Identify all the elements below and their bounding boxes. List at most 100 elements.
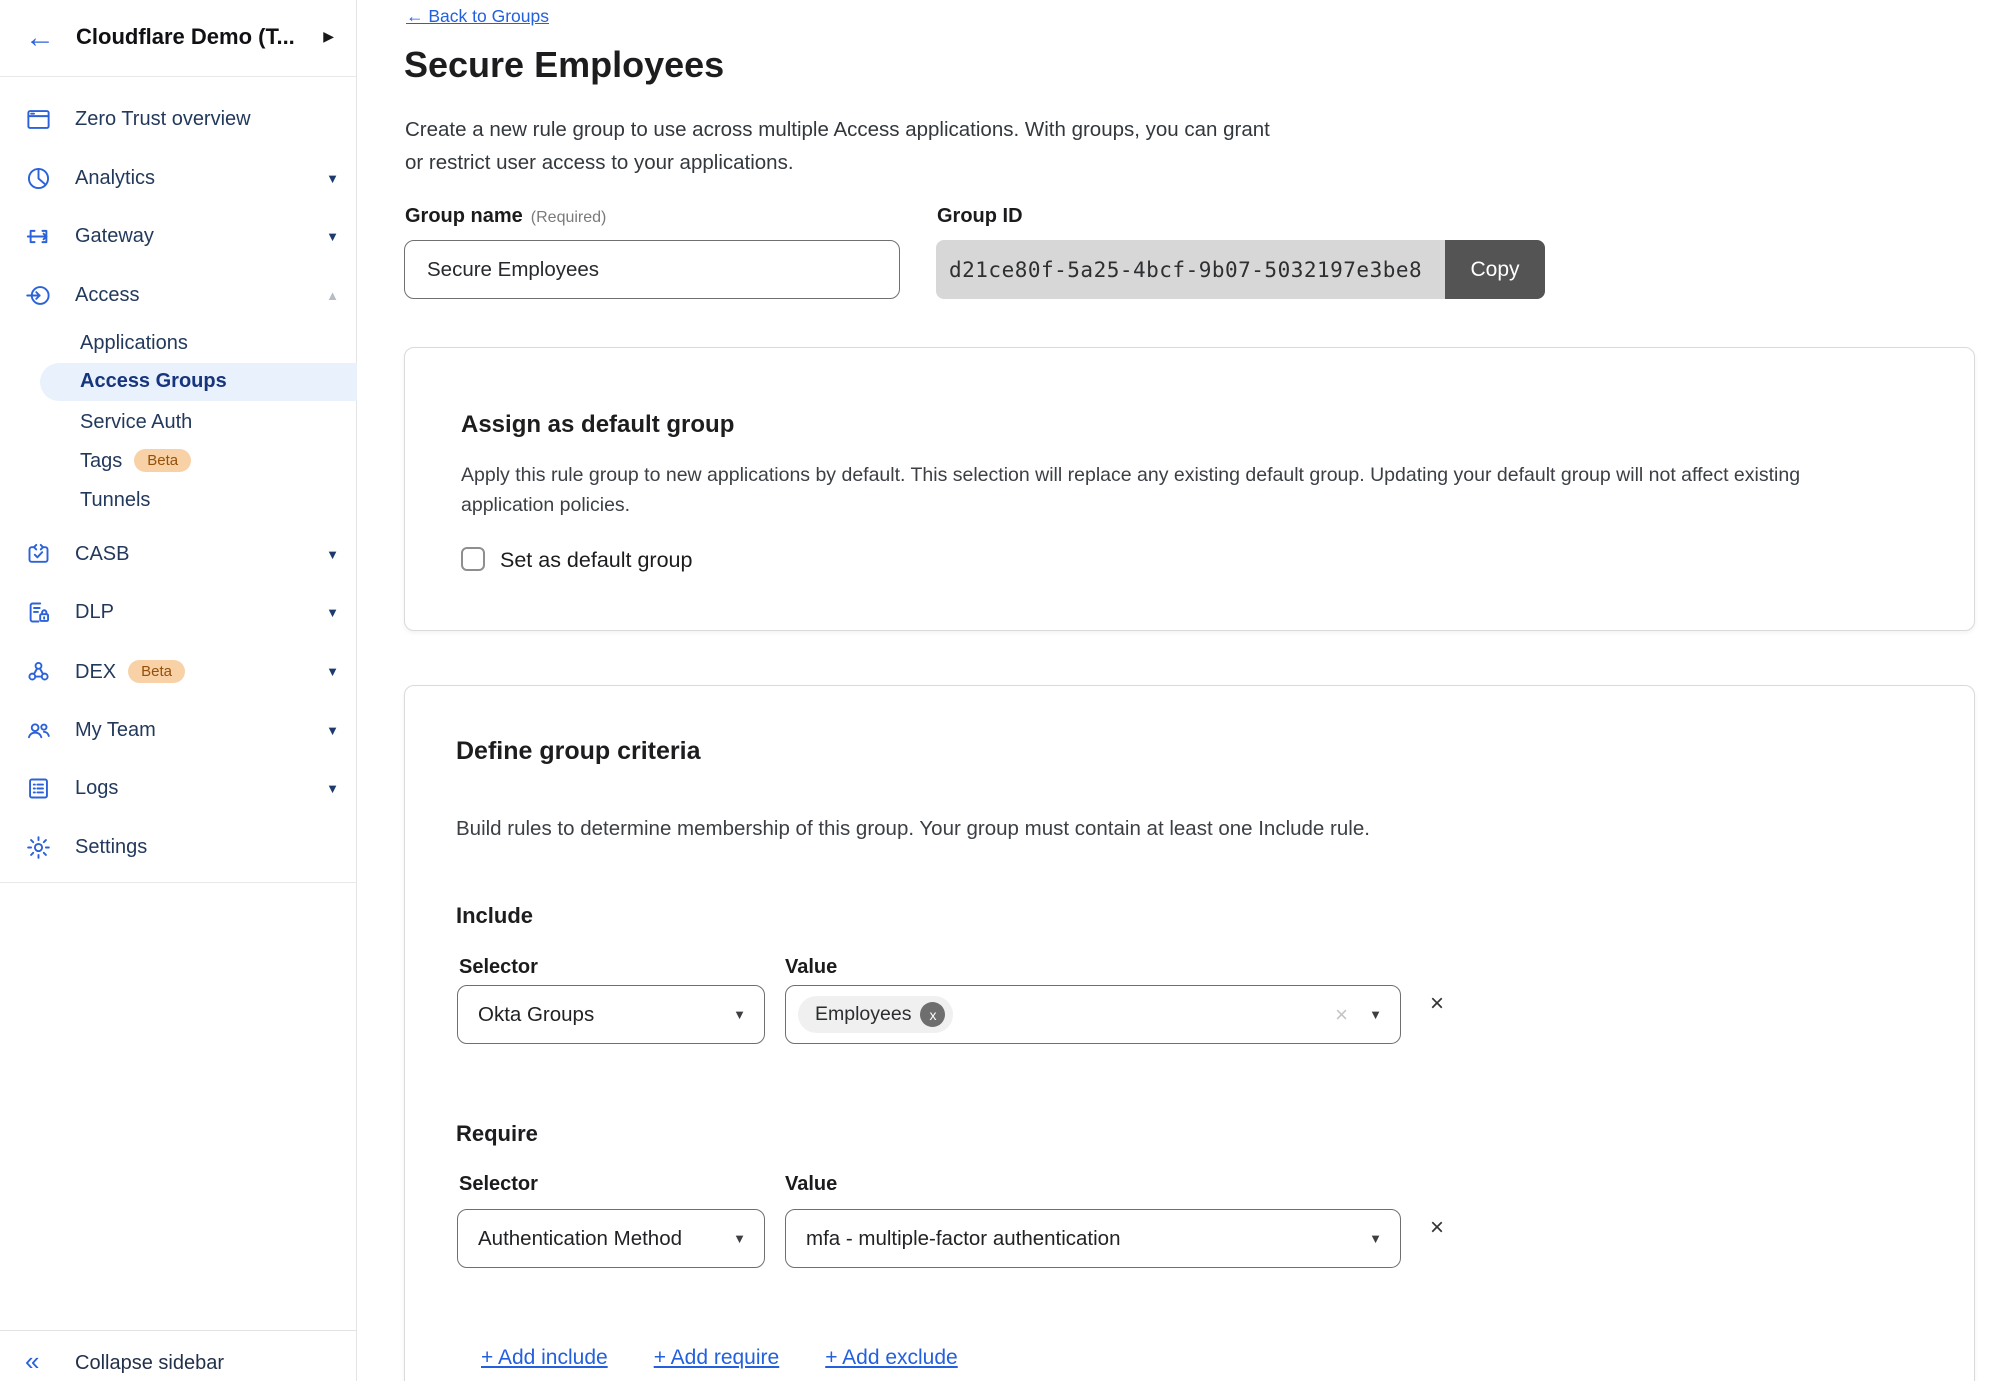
sidebar-header: ← Cloudflare Demo (T... ▶ (0, 0, 356, 77)
require-selector-label: Selector (459, 1173, 538, 1196)
group-name-label: Group name(Required) (405, 205, 606, 228)
sidebar-item-settings[interactable]: Settings (0, 828, 357, 868)
require-selector-dropdown[interactable]: Authentication Method ▼ (457, 1209, 765, 1268)
team-icon (25, 717, 52, 744)
sidebar-item-access[interactable]: Access ▲ (0, 276, 357, 316)
page-title: Secure Employees (404, 44, 724, 86)
default-group-card: Assign as default group Apply this rule … (404, 347, 1975, 631)
require-value-dropdown[interactable]: mfa - multiple-factor authentication ▼ (785, 1209, 1401, 1268)
sidebar-item-label: Gateway (75, 225, 154, 248)
copy-button[interactable]: Copy (1445, 240, 1545, 299)
criteria-card-title: Define group criteria (456, 737, 701, 766)
chip-remove-icon[interactable]: x (920, 1002, 945, 1027)
main-content: ← Back to Groups Secure Employees Create… (357, 0, 1999, 1381)
sidebar-item-my-team[interactable]: My Team ▼ (0, 711, 357, 751)
sidebar-item-zero-trust-overview[interactable]: Zero Trust overview (0, 100, 357, 140)
employees-chip: Employees x (798, 996, 953, 1033)
logs-icon (25, 775, 52, 802)
criteria-card: Define group criteria Build rules to det… (404, 685, 1975, 1381)
sidebar: ← Cloudflare Demo (T... ▶ Zero Trust ove… (0, 0, 357, 1381)
chevron-down-icon: ▼ (733, 1231, 746, 1246)
sidebar-item-tunnels[interactable]: Tunnels (0, 481, 357, 519)
group-name-input[interactable] (404, 240, 900, 299)
chevron-up-icon[interactable]: ▲ (326, 288, 339, 303)
chevron-down-icon[interactable]: ▼ (326, 605, 339, 620)
sidebar-item-dex[interactable]: DEXBeta ▼ (0, 652, 357, 692)
sidebar-item-label: Tunnels (80, 489, 150, 512)
clear-values-icon[interactable]: × (1335, 1002, 1348, 1028)
require-heading: Require (456, 1121, 538, 1147)
app-window: ← Cloudflare Demo (T... ▶ Zero Trust ove… (0, 0, 1999, 1381)
chevron-down-icon[interactable]: ▼ (326, 547, 339, 562)
chevron-down-icon: ▼ (733, 1007, 746, 1022)
account-name[interactable]: Cloudflare Demo (T... (76, 24, 295, 50)
back-to-groups-link[interactable]: ← Back to Groups (406, 6, 549, 27)
sidebar-divider (0, 882, 357, 883)
page-description: Create a new rule group to use across mu… (405, 113, 1270, 179)
add-include-link[interactable]: + Add include (481, 1346, 608, 1370)
set-default-group-label: Set as default group (500, 548, 692, 573)
back-arrow-icon[interactable]: ← (25, 20, 55, 56)
sidebar-item-gateway[interactable]: Gateway ▼ (0, 217, 357, 257)
sidebar-item-label: My Team (75, 719, 156, 742)
sidebar-item-applications[interactable]: Applications (0, 324, 357, 362)
set-default-group-checkbox[interactable] (461, 547, 485, 571)
page-description-line: Create a new rule group to use across mu… (405, 113, 1270, 146)
sidebar-item-label: Settings (75, 836, 147, 859)
default-card-description-line: application policies. (461, 490, 1800, 520)
sidebar-footer-divider (0, 1330, 357, 1331)
require-selector-value: Authentication Method (478, 1227, 682, 1251)
add-rule-actions: + Add include + Add require + Add exclud… (481, 1346, 958, 1370)
page-description-line: or restrict user access to your applicat… (405, 146, 1270, 179)
sidebar-item-analytics[interactable]: Analytics ▼ (0, 159, 357, 199)
chevron-down-icon[interactable]: ▼ (326, 781, 339, 796)
chevron-down-icon[interactable]: ▼ (326, 229, 339, 244)
casb-icon (25, 541, 52, 568)
gateway-icon (25, 223, 52, 250)
dex-icon (25, 658, 52, 685)
sidebar-item-dlp[interactable]: DLP ▼ (0, 593, 357, 633)
include-selector-value: Okta Groups (478, 1003, 594, 1027)
sidebar-item-label: Zero Trust overview (75, 108, 251, 131)
include-heading: Include (456, 903, 533, 929)
beta-badge: Beta (134, 449, 191, 472)
sidebar-item-label: Access (75, 284, 139, 307)
add-require-link[interactable]: + Add require (654, 1346, 780, 1370)
default-card-title: Assign as default group (461, 411, 734, 439)
include-selector-dropdown[interactable]: Okta Groups ▼ (457, 985, 765, 1044)
include-value-multiselect[interactable]: Employees x × ▼ (785, 985, 1401, 1044)
sidebar-item-label: CASB (75, 543, 129, 566)
require-value-value: mfa - multiple-factor authentication (806, 1227, 1120, 1251)
remove-include-rule-icon[interactable]: × (1430, 992, 1444, 1016)
remove-require-rule-icon[interactable]: × (1430, 1216, 1444, 1240)
collapse-chevrons-icon: « (25, 1346, 39, 1377)
sidebar-item-label: DEXBeta (75, 660, 185, 684)
sidebar-item-label: Logs (75, 777, 118, 800)
dlp-icon (25, 599, 52, 626)
sidebar-item-tags[interactable]: TagsBeta (0, 441, 357, 479)
window-icon (25, 106, 52, 133)
collapse-sidebar-label: Collapse sidebar (75, 1352, 224, 1375)
sidebar-item-label: DLP (75, 601, 114, 624)
require-value-label: Value (785, 1173, 837, 1196)
add-exclude-link[interactable]: + Add exclude (825, 1346, 958, 1370)
group-id-label: Group ID (937, 205, 1023, 228)
sidebar-item-label: TagsBeta (80, 449, 191, 473)
sidebar-item-casb[interactable]: CASB ▼ (0, 535, 357, 575)
include-value-label: Value (785, 956, 837, 979)
beta-badge: Beta (128, 660, 185, 683)
chevron-down-icon[interactable]: ▼ (326, 723, 339, 738)
sidebar-item-service-auth[interactable]: Service Auth (0, 403, 357, 441)
chevron-down-icon: ▼ (1369, 1007, 1382, 1022)
sidebar-item-label: Access Groups (80, 370, 227, 393)
default-card-description-line: Apply this rule group to new application… (461, 460, 1800, 490)
default-card-description: Apply this rule group to new application… (461, 460, 1800, 520)
sidebar-item-label: Service Auth (80, 411, 192, 434)
collapse-sidebar-button[interactable]: « Collapse sidebar (0, 1344, 357, 1381)
chevron-down-icon[interactable]: ▼ (326, 171, 339, 186)
expand-account-icon[interactable]: ▶ (323, 28, 334, 45)
required-hint: (Required) (531, 209, 607, 226)
sidebar-item-logs[interactable]: Logs ▼ (0, 769, 357, 809)
chevron-down-icon[interactable]: ▼ (326, 664, 339, 679)
sidebar-item-access-groups[interactable]: Access Groups (0, 363, 357, 401)
